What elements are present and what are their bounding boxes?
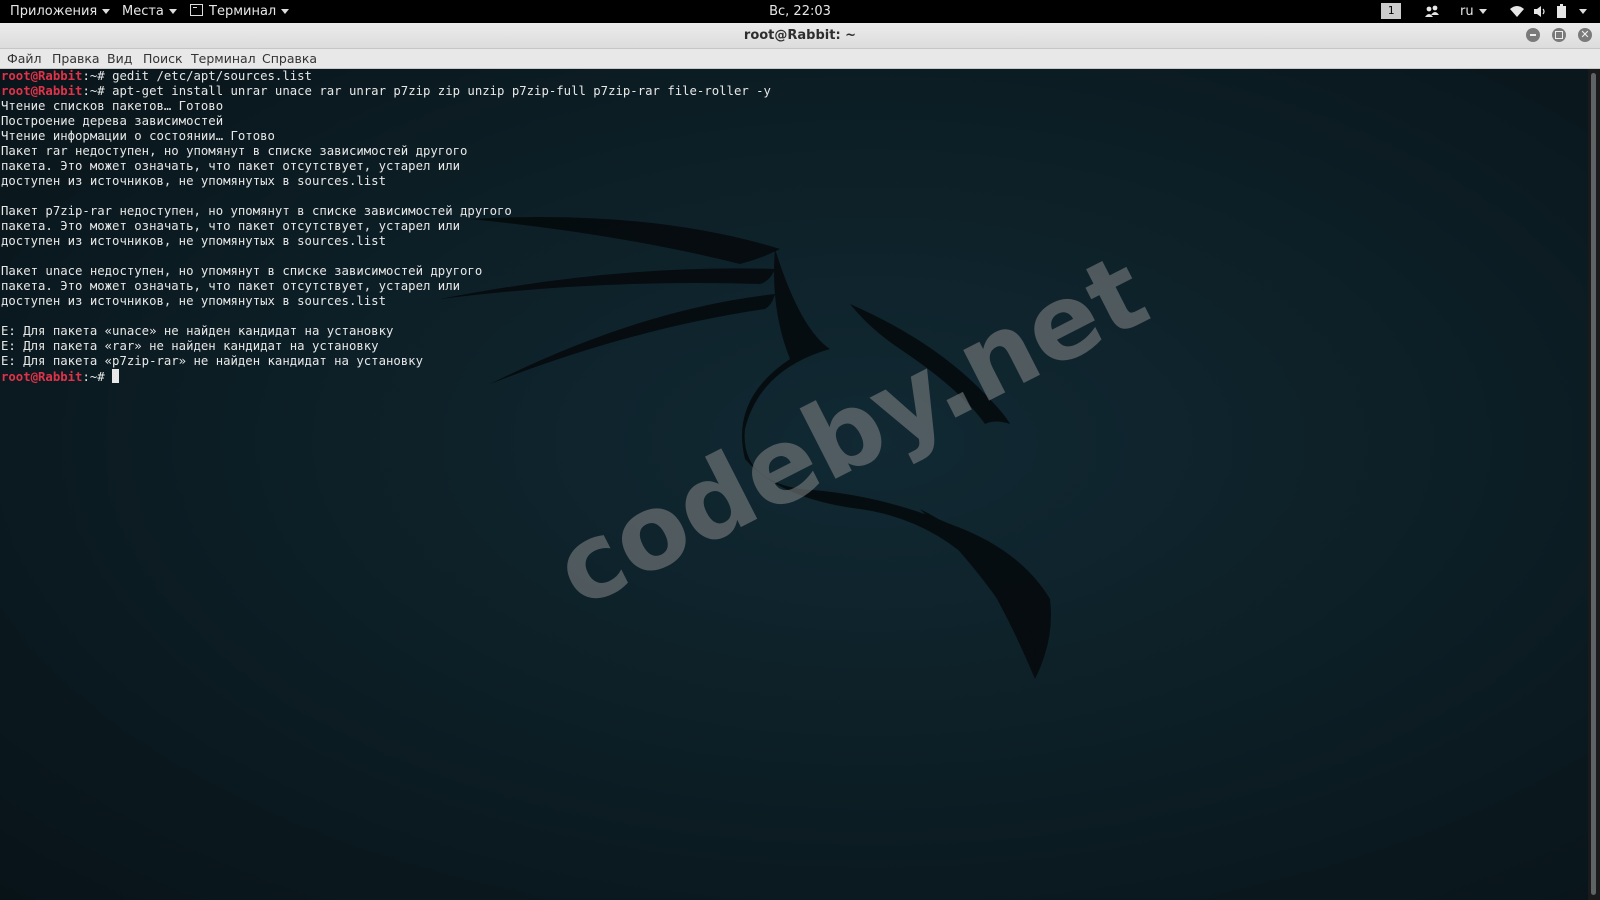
wifi-icon[interactable] — [1509, 2, 1525, 21]
minimize-icon — [1530, 34, 1536, 36]
workspace-indicator[interactable]: 1 — [1381, 3, 1401, 19]
chevron-down-icon — [1478, 9, 1487, 14]
terminal-view[interactable]: codeby.net root@Rabbit:~# gedit /etc/apt… — [0, 69, 1588, 900]
terminal-output-line — [1, 189, 771, 204]
terminal-output-line — [1, 309, 771, 324]
places-menu-label: Места — [122, 4, 164, 19]
terminal-app-menu-label: Терминал — [209, 4, 277, 19]
terminal-scrollbar[interactable] — [1588, 69, 1600, 900]
places-menu[interactable]: Места — [122, 0, 177, 23]
terminal-prompt-line: root@Rabbit:~# gedit /etc/apt/sources.li… — [1, 69, 771, 84]
terminal-output-line: доступен из источников, не упомянутых в … — [1, 234, 386, 248]
chevron-down-icon — [102, 9, 111, 14]
prompt-suffix: :~# — [82, 84, 113, 98]
terminal-prompt-line: root@Rabbit:~# — [1, 369, 771, 384]
menu-search[interactable]: Поиск — [143, 49, 183, 68]
window-titlebar[interactable]: root@Rabbit: ~ ✕ — [0, 23, 1600, 49]
terminal-menubar: Файл Правка Вид Поиск Терминал Справка — [0, 49, 1600, 69]
volume-icon[interactable] — [1532, 2, 1548, 21]
terminal-output-line: пакета. Это может означать, что пакет от… — [1, 159, 461, 173]
chevron-down-icon — [281, 9, 290, 14]
battery-icon[interactable] — [1555, 2, 1569, 21]
terminal-prompt-line: root@Rabbit:~# apt-get install unrar una… — [1, 84, 771, 99]
keyboard-layout-menu[interactable]: ru — [1460, 0, 1487, 23]
terminal-output-line: доступен из источников, не упомянутых в … — [1, 294, 386, 308]
terminal-output: root@Rabbit:~# gedit /etc/apt/sources.li… — [1, 69, 771, 384]
terminal-output-line: Построение дерева зависимостей — [1, 114, 224, 128]
terminal-output-line: доступен из источников, не упомянутых в … — [1, 174, 386, 188]
top-panel: Приложения Места Терминал Вс, 22:03 1 ru — [0, 0, 1600, 23]
system-menu[interactable] — [1574, 0, 1587, 23]
terminal-output-line: Пакет unace недоступен, но упомянут в сп… — [1, 264, 483, 278]
chevron-down-icon — [168, 9, 177, 14]
keyboard-layout-label: ru — [1460, 4, 1474, 19]
terminal-output-line — [1, 249, 771, 264]
command-text: apt-get install unrar unace rar unrar p7… — [112, 84, 771, 98]
scrollbar-thumb[interactable] — [1591, 73, 1596, 895]
prompt-suffix: :~# — [82, 370, 113, 384]
maximize-button[interactable] — [1552, 28, 1566, 42]
menu-file[interactable]: Файл — [7, 49, 42, 68]
terminal-app-menu[interactable]: Терминал — [190, 0, 290, 23]
terminal-output-line: Чтение списков пакетов… Готово — [1, 99, 224, 113]
terminal-output-line: E: Для пакета «unace» не найден кандидат… — [1, 324, 394, 338]
prompt-user: root@Rabbit — [1, 69, 83, 83]
close-button[interactable]: ✕ — [1578, 28, 1592, 42]
close-icon: ✕ — [1580, 28, 1590, 41]
chevron-down-icon — [1579, 9, 1587, 14]
terminal-icon — [190, 4, 203, 16]
people-icon[interactable] — [1424, 2, 1440, 21]
terminal-cursor — [112, 369, 120, 383]
prompt-user: root@Rabbit — [1, 84, 83, 98]
menu-edit[interactable]: Правка — [52, 49, 100, 68]
command-text: gedit /etc/apt/sources.list — [112, 69, 312, 83]
prompt-user: root@Rabbit — [1, 370, 83, 384]
menu-view[interactable]: Вид — [107, 49, 132, 68]
window-title: root@Rabbit: ~ — [743, 28, 857, 43]
terminal-output-line: E: Для пакета «rar» не найден кандидат н… — [1, 339, 379, 353]
applications-menu[interactable]: Приложения — [10, 0, 111, 23]
terminal-output-line: пакета. Это может означать, что пакет от… — [1, 219, 461, 233]
prompt-suffix: :~# — [82, 69, 113, 83]
maximize-icon — [1555, 31, 1563, 39]
terminal-output-line: E: Для пакета «p7zip-rar» не найден канд… — [1, 354, 423, 368]
terminal-output-line: Чтение информации о состоянии… Готово — [1, 129, 275, 143]
terminal-output-line: пакета. Это может означать, что пакет от… — [1, 279, 461, 293]
terminal-output-line: Пакет p7zip-rar недоступен, но упомянут … — [1, 204, 512, 218]
minimize-button[interactable] — [1526, 28, 1540, 42]
menu-help[interactable]: Справка — [262, 49, 317, 68]
menu-terminal[interactable]: Терминал — [191, 49, 256, 68]
terminal-output-line: Пакет rar недоступен, но упомянут в спис… — [1, 144, 468, 158]
applications-menu-label: Приложения — [10, 4, 98, 19]
